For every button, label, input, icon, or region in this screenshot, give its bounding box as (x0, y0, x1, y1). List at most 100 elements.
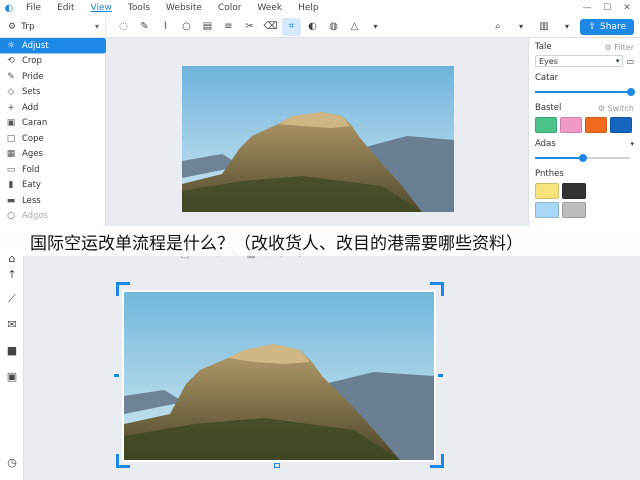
minimize-icon[interactable]: — (578, 3, 596, 13)
sidebar-item-5[interactable]: ▣ Caran (0, 116, 105, 132)
panel-toggle-icon[interactable]: ▥ (534, 18, 553, 36)
color-swatch-1[interactable] (560, 117, 582, 133)
mountain-photo[interactable] (182, 66, 454, 212)
sidebar-item-label: Add (22, 102, 39, 113)
square-icon: □ (6, 133, 16, 144)
panel-select[interactable]: Eyes ▾ (535, 55, 624, 67)
upload-icon: ⇪ (588, 21, 597, 32)
window-controls: — ☐ ✕ (578, 3, 640, 13)
menu-edit[interactable]: Edit (49, 3, 82, 13)
mountain-image-crop (124, 292, 434, 460)
sidebar-item-label: Fold (22, 164, 40, 175)
sidebar-item-1[interactable]: ⟲ Crop (0, 54, 105, 70)
eraser-tool-icon[interactable]: ⌫ (261, 18, 280, 36)
heal-tool-icon[interactable]: ◍ (324, 18, 343, 36)
chevron-down-icon[interactable]: ▾ (511, 18, 530, 36)
gear-icon: ⚙ (8, 21, 17, 32)
menu-website[interactable]: Website (158, 3, 210, 13)
menu-help[interactable]: Help (290, 3, 327, 13)
menu-view[interactable]: View (83, 3, 120, 13)
sidebar-item-label: Less (22, 195, 41, 206)
preset-swatch-0[interactable] (535, 183, 559, 199)
circle-icon: ○ (7, 211, 15, 222)
preset-swatch-2[interactable] (535, 202, 559, 218)
sidebar-item-11[interactable]: ○ Adgos (0, 209, 105, 225)
chevron-down-icon[interactable]: ▾ (630, 140, 634, 148)
panel-filter-label: Filter (614, 42, 634, 52)
maximize-icon[interactable]: ☐ (598, 3, 616, 13)
search-icon[interactable]: ⌕ (488, 18, 507, 36)
sidebar-item-9[interactable]: ▮ Eaty (0, 178, 105, 194)
grid-tool-icon[interactable]: ▤ (198, 18, 217, 36)
sidebar-item-3[interactable]: ◇ Sets (0, 85, 105, 101)
properties-panel: Tale ⚙ Filter Eyes ▾ ▭ Catar Bastel ⚙ Sw… (528, 38, 640, 230)
crop-photo[interactable] (122, 290, 436, 462)
menu-week[interactable]: Week (249, 3, 290, 13)
lasso-tool-icon[interactable]: ◌ (114, 18, 133, 36)
brush-icon[interactable]: ⟋ (4, 292, 20, 306)
fill-tool-icon[interactable]: ◐ (303, 18, 322, 36)
sidebar-item-6[interactable]: □ Cope (0, 131, 105, 147)
color-swatches (535, 117, 634, 133)
triangle-tool-icon[interactable]: △ (345, 18, 364, 36)
chevron-down-icon: ▾ (615, 57, 620, 65)
menu-color[interactable]: Color (210, 3, 250, 13)
arrow-up-icon[interactable]: ↑ (4, 268, 20, 281)
layers-tool-icon[interactable]: ≡ (219, 18, 238, 36)
scissor-tool-icon[interactable]: ✂ (240, 18, 259, 36)
ellipse-tool-icon[interactable]: ○ (177, 18, 196, 36)
color-swatch-0[interactable] (535, 117, 557, 133)
sidebar-item-label: Eaty (22, 180, 41, 191)
panel-tabs-right[interactable]: ⚙ Filter (604, 43, 634, 52)
basic-row: Bastel ⚙ Switch (535, 103, 634, 113)
sidebar-item-label: Ages (22, 149, 43, 160)
toolbar: ⚙ Trp ▾ ◌ ✎ ⌇ ○ ▤ ≡ ✂ ⌫ ⌗ ◐ ◍ △ ▾ ⌕ ▾ ▥ … (0, 16, 640, 38)
sidebar-item-8[interactable]: ▭ Fold (0, 162, 105, 178)
sidebar-item-label: Crop (22, 56, 42, 67)
transform-tool-icon[interactable]: ⌗ (282, 17, 301, 36)
sidebar-item-7[interactable]: ▦ Ages (0, 147, 105, 163)
camera-icon: ▣ (6, 118, 16, 129)
crop-handle-bottom-right[interactable] (430, 454, 444, 468)
history-icon[interactable]: ◷ (4, 456, 20, 469)
menu-file[interactable]: File (18, 3, 49, 13)
sidebar-item-label: Cope (22, 133, 44, 144)
share-button-label: Share (600, 21, 626, 32)
crop-handle-top-right[interactable] (430, 282, 444, 296)
color-swatch-2[interactable] (585, 117, 607, 133)
close-icon[interactable]: ✕ (618, 3, 636, 13)
chevron-down-icon[interactable]: ▾ (366, 18, 385, 36)
sidebar-item-4[interactable]: + Add (0, 100, 105, 116)
mail-icon[interactable]: ✉ (4, 318, 20, 331)
panel-tabs-row: Tale ⚙ Filter (535, 42, 634, 52)
sidebar-item-2[interactable]: ✎ Pride (0, 69, 105, 85)
sidebar-item-label: Sets (22, 87, 41, 98)
crop-handle-right[interactable] (438, 374, 443, 377)
sidebar-item-10[interactable]: ▬ Less (0, 193, 105, 209)
chevron-down-icon[interactable]: ▾ (557, 18, 576, 36)
share-button[interactable]: ⇪ Share (580, 18, 634, 35)
canvas-top (106, 38, 526, 230)
image-icon: ▦ (6, 149, 16, 160)
menu-tools[interactable]: Tools (120, 3, 158, 13)
adjust-slider[interactable] (535, 153, 634, 163)
sidebar-item-label: Pride (22, 71, 44, 82)
pen-tool-icon[interactable]: ✎ (135, 18, 154, 36)
more-icon[interactable]: ▭ (626, 57, 634, 66)
color-slider[interactable] (535, 87, 635, 97)
basic-right[interactable]: ⚙ Switch (598, 104, 634, 113)
crop-handle-top-left[interactable] (116, 282, 130, 296)
crop-handle-left[interactable] (114, 374, 119, 377)
color-slider-knob[interactable] (627, 88, 635, 96)
stop-icon[interactable]: ■ (4, 344, 20, 357)
crop-handle-bottom[interactable] (274, 463, 280, 468)
chat-icon[interactable]: ▣ (4, 370, 20, 383)
preset-swatch-1[interactable] (562, 183, 586, 199)
adjust-slider-knob[interactable] (579, 154, 587, 162)
brush-tool-icon[interactable]: ⌇ (156, 18, 175, 36)
tool-preset-select[interactable]: ⚙ Trp ▾ (2, 17, 106, 36)
sidebar-item-0[interactable]: ☼ Adjust (0, 38, 111, 54)
preset-swatch-3[interactable] (562, 202, 586, 218)
color-swatch-3[interactable] (610, 117, 632, 133)
crop-handle-bottom-left[interactable] (116, 454, 130, 468)
